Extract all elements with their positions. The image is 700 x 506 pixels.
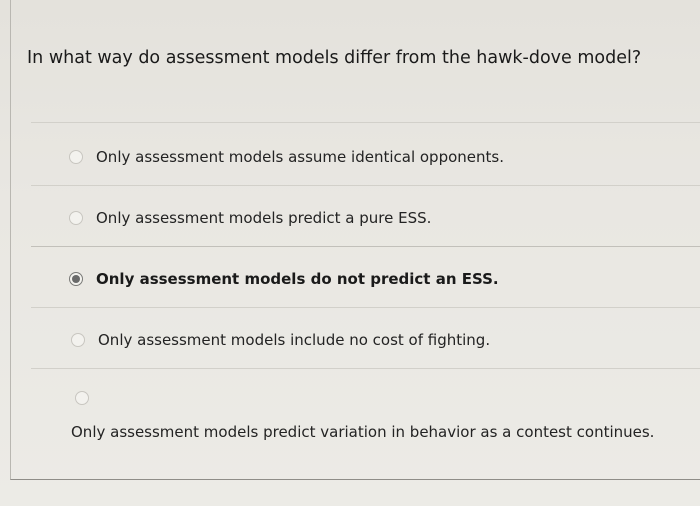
option-label: Only assessment models include no cost o…	[98, 331, 491, 349]
option-no-cost-fighting[interactable]: Only assessment models include no cost o…	[71, 331, 490, 349]
radio-button[interactable]	[75, 391, 89, 405]
divider	[31, 368, 700, 369]
divider	[31, 122, 700, 123]
question-text: In what way do assessment models differ …	[27, 48, 642, 68]
divider	[31, 307, 700, 308]
divider	[31, 185, 700, 186]
option-label: Only assessment models predict a pure ES…	[96, 209, 432, 227]
option-identical-opponents[interactable]: Only assessment models assume identical …	[69, 148, 504, 166]
radio-button[interactable]	[69, 211, 83, 225]
option-label: Only assessment models do not predict an…	[96, 270, 499, 288]
option-variation-behavior[interactable]: Only assessment models predict variation…	[71, 391, 654, 441]
question-card: In what way do assessment models differ …	[10, 0, 700, 480]
radio-button[interactable]	[71, 333, 85, 347]
radio-button-selected[interactable]	[69, 272, 83, 286]
radio-button[interactable]	[69, 150, 83, 164]
option-pure-ess[interactable]: Only assessment models predict a pure ES…	[69, 209, 431, 227]
option-no-ess[interactable]: Only assessment models do not predict an…	[69, 270, 499, 288]
divider	[31, 246, 700, 247]
option-label: Only assessment models assume identical …	[96, 148, 504, 166]
option-label: Only assessment models predict variation…	[71, 423, 655, 441]
